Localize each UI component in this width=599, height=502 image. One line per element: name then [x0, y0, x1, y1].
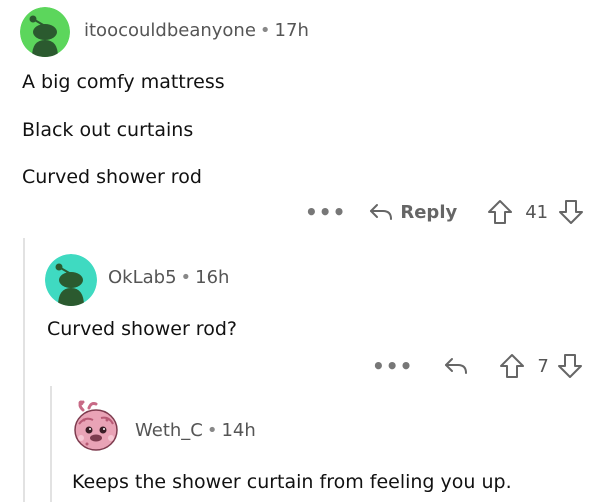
vote-count: 7 [537, 355, 549, 377]
timestamp: 16h [195, 267, 230, 288]
comment-meta: itoocouldbeanyone • 17h [84, 20, 309, 41]
thread-line-1[interactable] [23, 238, 25, 502]
timestamp: 17h [274, 20, 309, 41]
upvote-icon[interactable] [499, 353, 525, 379]
reply-arrow-icon[interactable] [443, 356, 469, 376]
comment-line: A big comfy mattress [22, 71, 225, 93]
avatar[interactable] [20, 7, 70, 57]
avatar[interactable] [69, 400, 121, 454]
comment-actions: ••• 7 [372, 353, 583, 379]
comment-meta: OkLab5 • 16h [108, 267, 229, 288]
comment-line: Curved shower rod? [47, 318, 237, 340]
reply-arrow-icon [370, 204, 393, 220]
comment-line: Black out curtains [22, 119, 194, 141]
comment-line: Keeps the shower curtain from feeling yo… [72, 471, 512, 493]
separator: • [180, 267, 192, 288]
reply-button[interactable]: Reply [368, 202, 457, 223]
comment-actions: ••• Reply 41 [305, 199, 584, 225]
comment-meta: Weth_C • 14h [135, 420, 256, 441]
reply-label: Reply [400, 201, 458, 223]
avatar[interactable] [45, 254, 97, 306]
username[interactable]: Weth_C [135, 420, 203, 441]
downvote-icon[interactable] [558, 199, 584, 225]
username[interactable]: OkLab5 [108, 267, 177, 288]
more-options-button[interactable]: ••• [372, 356, 413, 376]
username[interactable]: itoocouldbeanyone [84, 20, 256, 41]
thread-line-2[interactable] [50, 386, 52, 502]
upvote-icon[interactable] [487, 199, 513, 225]
separator: • [206, 420, 218, 441]
timestamp: 14h [221, 420, 256, 441]
vote-count: 41 [525, 201, 549, 223]
comment-line: Curved shower rod [22, 166, 202, 188]
downvote-icon[interactable] [557, 353, 583, 379]
separator: • [259, 20, 271, 41]
more-options-button[interactable]: ••• [305, 202, 346, 222]
